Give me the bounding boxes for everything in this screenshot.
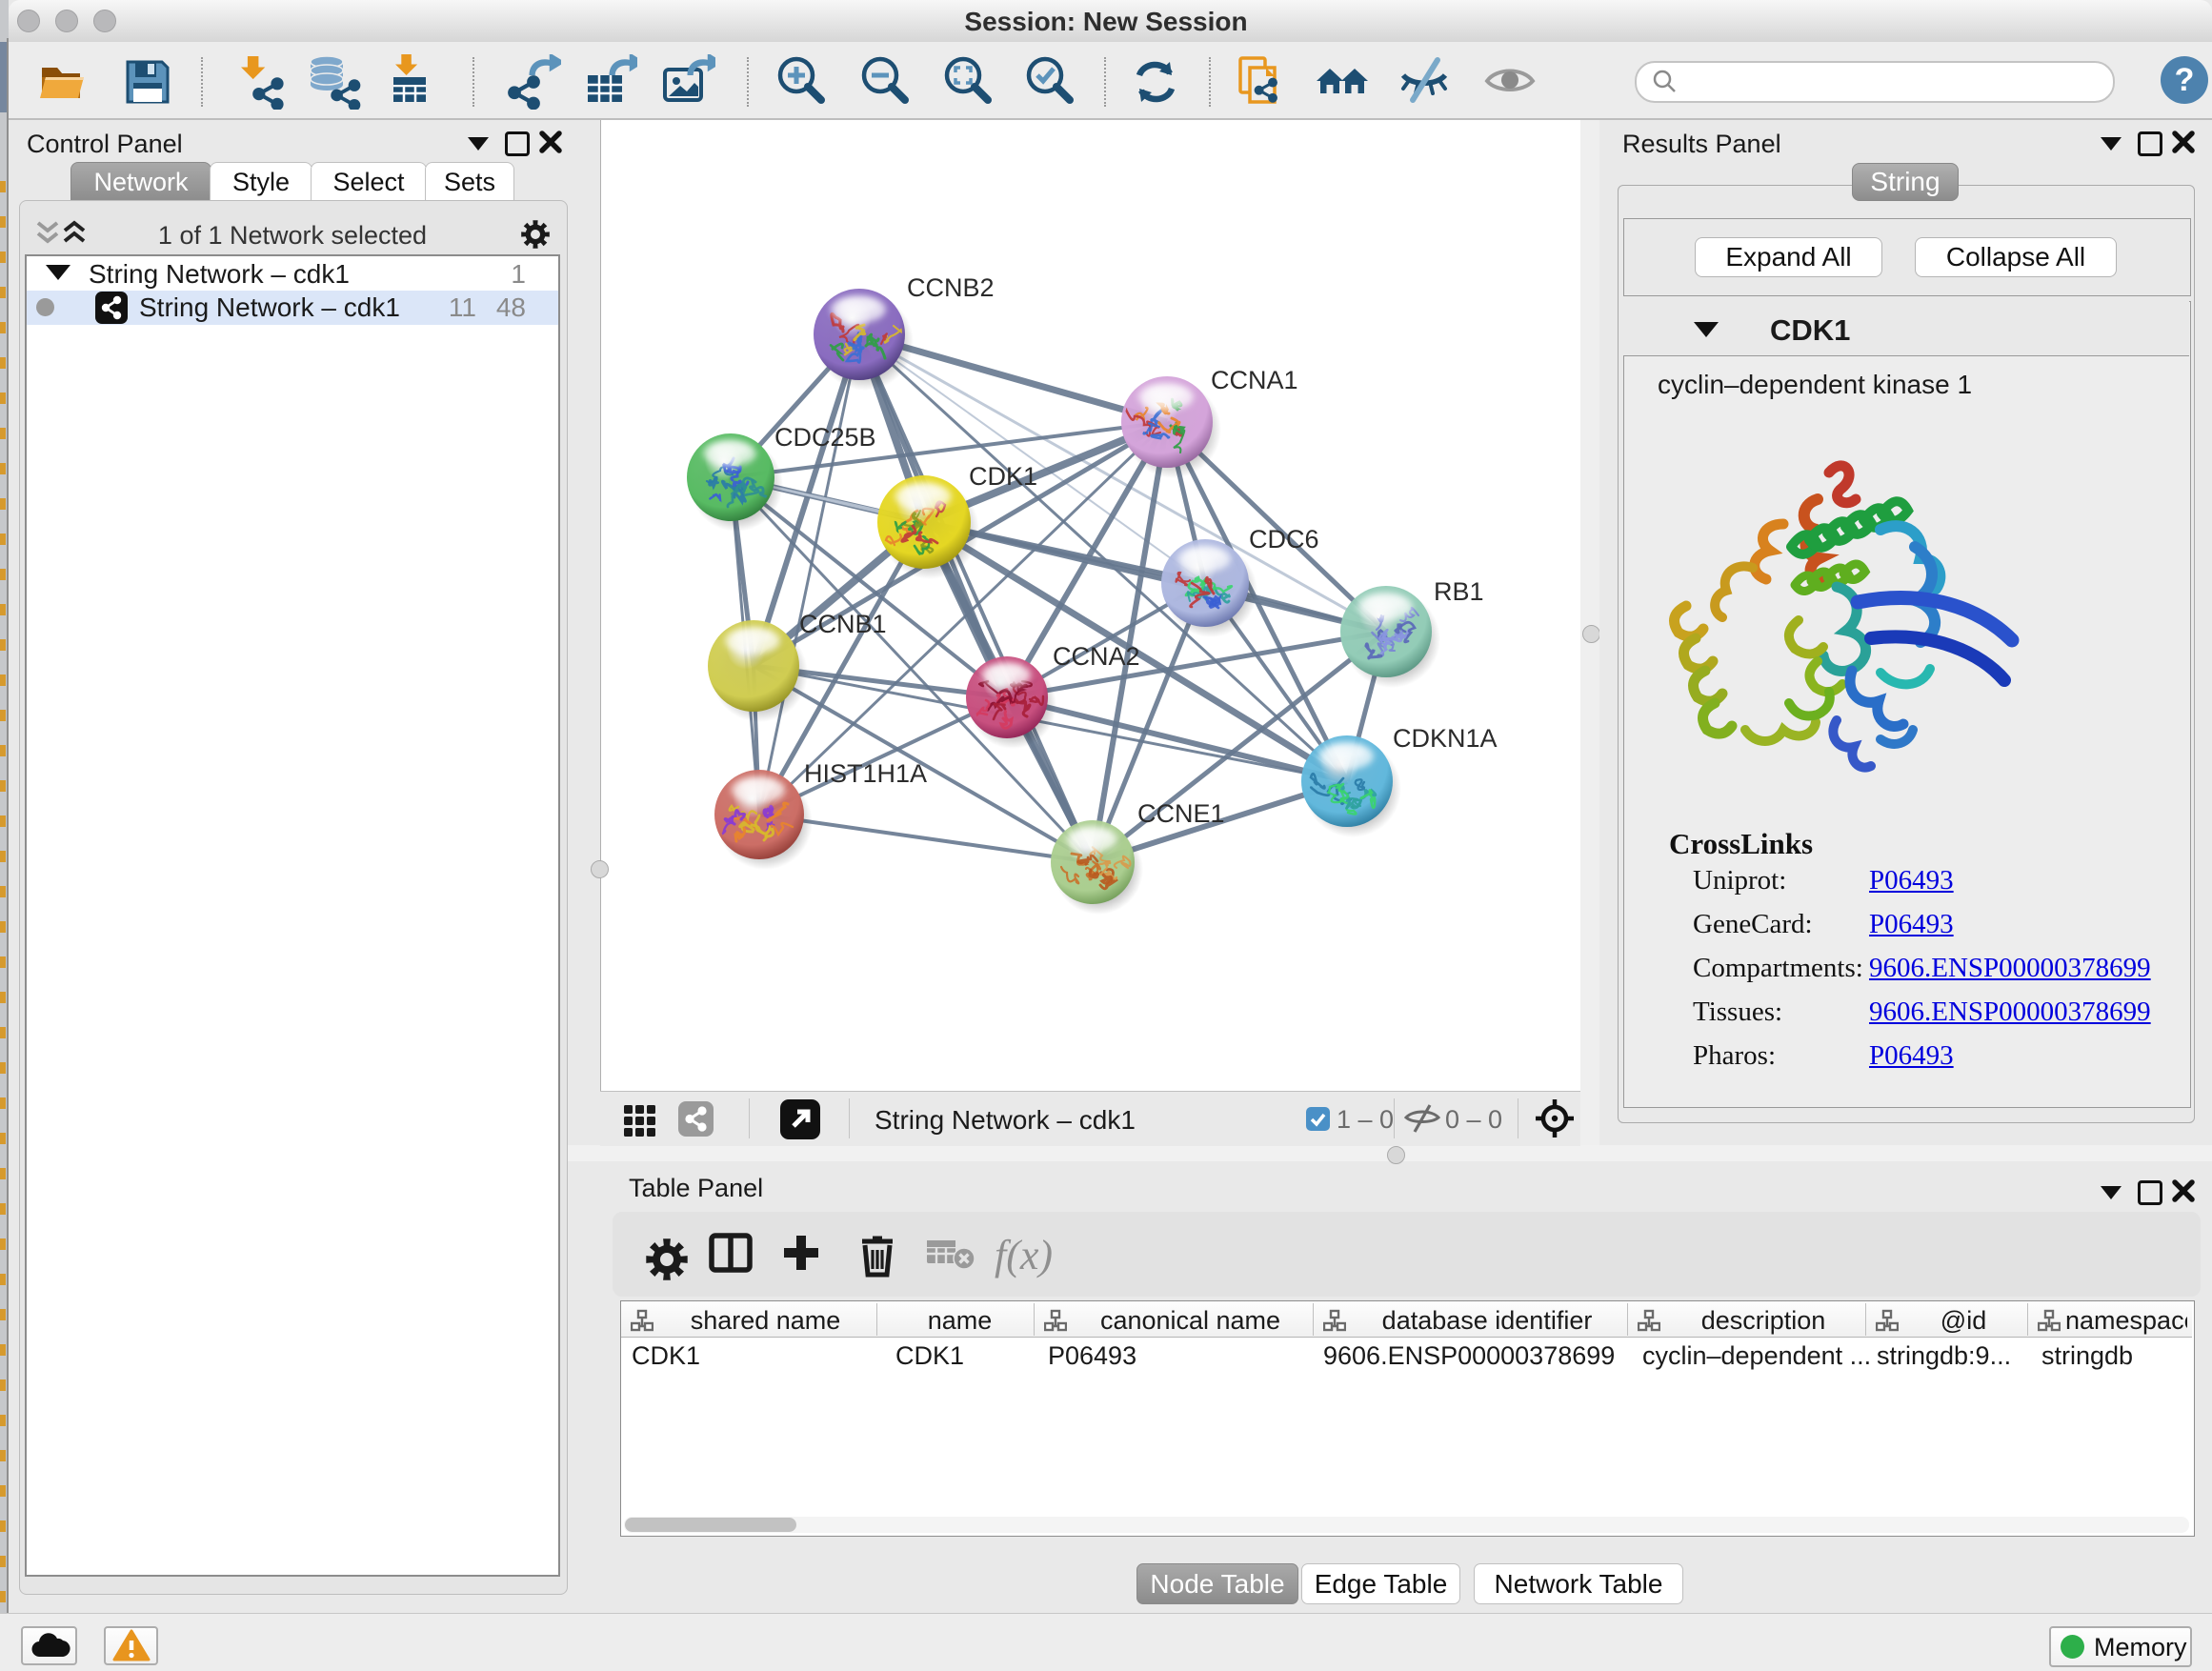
svg-text:CDKN1A: CDKN1A xyxy=(1393,724,1498,753)
svg-text:CCNB1: CCNB1 xyxy=(799,610,887,638)
svg-text:CDC6: CDC6 xyxy=(1249,525,1319,554)
svg-text:CCNB2: CCNB2 xyxy=(907,273,995,302)
svg-text:CCNE1: CCNE1 xyxy=(1137,799,1225,828)
svg-text:CDC25B: CDC25B xyxy=(774,423,876,452)
svg-text:HIST1H1A: HIST1H1A xyxy=(804,759,927,788)
svg-text:RB1: RB1 xyxy=(1434,577,1484,606)
svg-text:CDK1: CDK1 xyxy=(969,462,1037,491)
svg-text:CCNA2: CCNA2 xyxy=(1053,642,1140,671)
svg-text:?: ? xyxy=(2175,62,2195,98)
svg-text:CCNA1: CCNA1 xyxy=(1211,366,1298,394)
